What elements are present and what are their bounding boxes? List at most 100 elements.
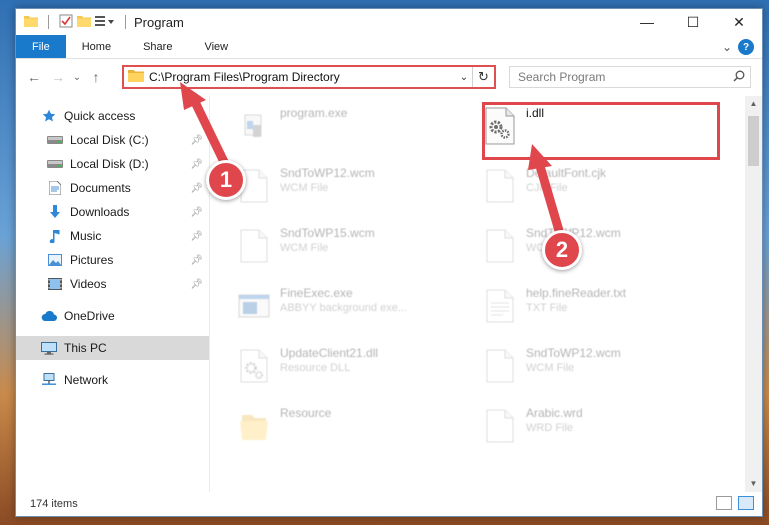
status-bar: 174 items	[16, 492, 762, 516]
file-name: UpdateClient21.dll	[280, 346, 379, 360]
pin-icon[interactable]: 📌︎	[190, 183, 203, 194]
file-text: FineExec.exe ABBYY background exe...	[280, 284, 407, 314]
file-text: UpdateClient21.dll Resource DLL	[280, 344, 378, 374]
file-item[interactable]: program.exe	[234, 98, 480, 158]
recent-locations-button[interactable]: ⌄	[70, 72, 84, 83]
large-icons-view-icon[interactable]	[738, 496, 754, 510]
refresh-button[interactable]: ↻	[472, 67, 494, 87]
address-dropdown-icon[interactable]: ⌄	[456, 72, 472, 83]
scroll-up-icon[interactable]: ▲	[745, 96, 762, 112]
scroll-thumb[interactable]	[748, 116, 759, 166]
sidebar-item-onedrive[interactable]: OneDrive	[16, 304, 209, 328]
file-item[interactable]: SndToWP12.wcm WCM File	[480, 218, 726, 278]
drive-icon	[46, 159, 64, 169]
forward-button[interactable]: →	[46, 69, 70, 85]
file-item[interactable]: SndToWP15.wcm WCM File	[234, 218, 480, 278]
pin-icon[interactable]: 📌︎	[190, 231, 203, 242]
music-icon	[46, 229, 64, 243]
sidebar-item-music[interactable]: Music 📌︎	[16, 224, 209, 248]
file-name: SndToWP15.wcm	[280, 226, 375, 240]
dll-gear-icon	[234, 344, 274, 388]
blank-file-icon	[480, 224, 520, 268]
exe-icon	[234, 104, 274, 148]
file-item[interactable]: UpdateClient21.dll Resource DLL	[234, 338, 480, 398]
sidebar-item-quick-access[interactable]: Quick access	[16, 104, 209, 128]
computer-icon	[40, 341, 58, 355]
search-input[interactable]: Search Program	[518, 70, 728, 84]
star-icon	[40, 109, 58, 123]
step-2-badge: 2	[542, 230, 582, 270]
ribbon: File Home Share View ⌄ ?	[16, 35, 762, 59]
file-text: Resource	[280, 404, 331, 420]
file-item[interactable]: Arabic.wrd WRD File	[480, 398, 726, 458]
pin-icon[interactable]: 📌︎	[190, 135, 203, 146]
sidebar-item-label: Local Disk (D:)	[70, 157, 149, 171]
file-text: SndToWP12.wcm WCM File	[280, 164, 375, 194]
view-buttons	[716, 496, 754, 510]
sidebar-item-local-disk-d[interactable]: Local Disk (D:) 📌︎	[16, 152, 209, 176]
file-item[interactable]: help.fineReader.txt TXT File	[480, 278, 726, 338]
qa-divider	[48, 15, 49, 29]
qa-divider	[125, 15, 126, 29]
search-box[interactable]: Search Program	[509, 66, 751, 88]
file-item[interactable]: SndToWP12.wcm WCM File	[234, 158, 480, 218]
pin-icon[interactable]: 📌︎	[190, 255, 203, 266]
customize-toolbar-icon[interactable]	[95, 15, 115, 30]
sidebar-item-pictures[interactable]: Pictures 📌︎	[16, 248, 209, 272]
ribbon-right: ⌄ ?	[722, 39, 754, 55]
expand-ribbon-icon[interactable]: ⌄	[722, 40, 732, 54]
file-name: program.exe	[280, 106, 348, 120]
sidebar-item-videos[interactable]: Videos 📌︎	[16, 272, 209, 296]
scroll-down-icon[interactable]: ▼	[745, 476, 762, 492]
address-bar[interactable]: C:\Program Files\Program Directory ⌄ ↻	[122, 65, 496, 89]
sidebar-item-label: Documents	[70, 181, 131, 195]
title-bar: Program — ☐ ✕	[16, 9, 762, 35]
file-item[interactable]: Resource	[234, 398, 480, 458]
tab-file[interactable]: File	[16, 35, 66, 58]
sidebar-item-label: Videos	[70, 277, 107, 291]
file-item[interactable]: DefaultFont.cjk CJK File	[480, 158, 726, 218]
file-type: Resource DLL	[280, 362, 351, 374]
sidebar-item-local-disk-c[interactable]: Local Disk (C:) 📌︎	[16, 128, 209, 152]
sidebar-item-label: Downloads	[70, 205, 130, 219]
back-button[interactable]: ←	[22, 69, 46, 85]
sidebar-item-documents[interactable]: Documents 📌︎	[16, 176, 209, 200]
pin-icon[interactable]: 📌︎	[190, 207, 203, 218]
file-name: Arabic.wrd	[526, 406, 583, 420]
tab-home[interactable]: Home	[66, 35, 127, 58]
documents-icon	[46, 181, 64, 195]
tab-share[interactable]: Share	[127, 35, 188, 58]
cloud-icon	[40, 311, 58, 321]
new-folder-icon[interactable]	[77, 15, 91, 30]
close-button[interactable]: ✕	[716, 9, 762, 35]
blank-file-icon	[480, 164, 520, 208]
file-name: SndToWP12.wcm	[526, 346, 621, 360]
pin-icon[interactable]: 📌︎	[190, 279, 203, 290]
vertical-scrollbar[interactable]: ▲ ▼	[745, 96, 762, 492]
properties-icon[interactable]	[59, 14, 73, 31]
file-type: WCM File	[526, 362, 575, 374]
file-item[interactable]: FineExec.exe ABBYY background exe...	[234, 278, 480, 338]
details-view-icon[interactable]	[716, 496, 732, 510]
file-text: program.exe	[280, 104, 347, 120]
sidebar-item-network[interactable]: Network	[16, 368, 209, 392]
file-name: SndToWP12.wcm	[280, 166, 375, 180]
window-title: Program	[134, 14, 184, 30]
file-text: Arabic.wrd WRD File	[526, 404, 583, 434]
search-icon[interactable]	[728, 70, 750, 85]
item-count: 174 items	[30, 498, 78, 510]
file-text: SndToWP12.wcm WCM File	[526, 344, 621, 374]
pin-icon[interactable]: 📌︎	[190, 159, 203, 170]
file-item[interactable]: SndToWP12.wcm WCM File	[480, 338, 726, 398]
sidebar-item-this-pc[interactable]: This PC	[16, 336, 209, 360]
maximize-button[interactable]: ☐	[670, 9, 716, 35]
file-name: FineExec.exe	[280, 286, 353, 300]
help-button[interactable]: ?	[738, 39, 754, 55]
up-button[interactable]: ↑	[84, 69, 108, 85]
tab-view[interactable]: View	[188, 35, 244, 58]
sidebar-item-downloads[interactable]: Downloads 📌︎	[16, 200, 209, 224]
minimize-button[interactable]: —	[624, 9, 670, 35]
address-path[interactable]: C:\Program Files\Program Directory	[149, 70, 456, 84]
navigation-bar: ← → ⌄ ↑ C:\Program Files\Program Directo…	[16, 59, 762, 95]
